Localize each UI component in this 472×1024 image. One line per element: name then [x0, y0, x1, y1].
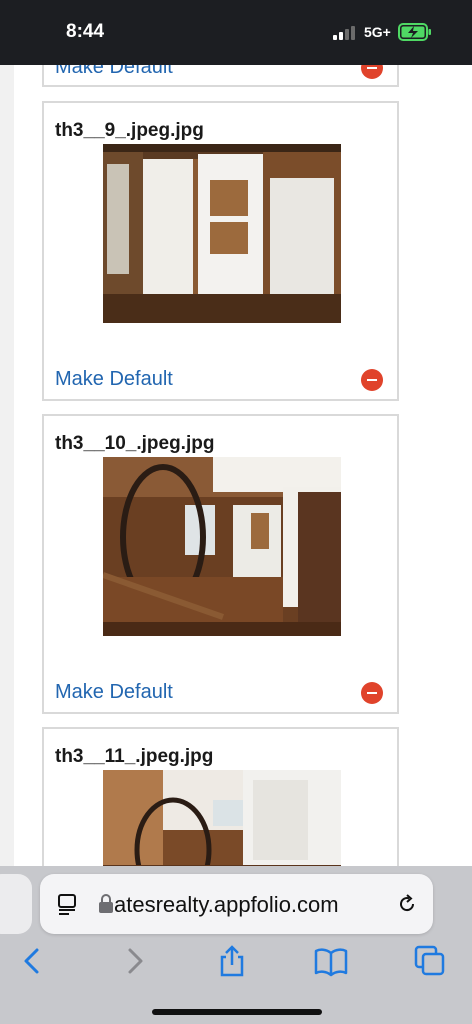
remove-photo-button[interactable] [361, 682, 383, 704]
make-default-link[interactable]: Make Default [55, 681, 173, 704]
listing-photo [103, 770, 341, 866]
reload-icon[interactable] [396, 893, 418, 915]
share-icon[interactable] [215, 944, 249, 978]
page-menu-icon[interactable] [56, 893, 78, 915]
network-type-label: 5G+ [364, 24, 391, 40]
bookmarks-icon[interactable] [314, 944, 348, 978]
photo-card: th3__11_.jpeg.jpg [42, 727, 399, 866]
listing-photo [103, 457, 341, 636]
battery-charging-icon [398, 23, 431, 41]
address-bar[interactable]: atesrealty.appfolio.com [40, 874, 433, 934]
url-text: atesrealty.appfolio.com [114, 892, 339, 917]
remove-photo-button[interactable] [361, 65, 383, 79]
photo-card: th3__10_.jpeg.jpg Make Default [42, 414, 399, 714]
cellular-signal-icon [333, 26, 357, 40]
photo-filename: th3__11_.jpeg.jpg [55, 746, 214, 767]
lock-icon [99, 894, 113, 913]
photo-filename: th3__9_.jpeg.jpg [55, 120, 204, 141]
status-time: 8:44 [66, 21, 105, 42]
remove-photo-button[interactable] [361, 369, 383, 391]
home-indicator[interactable] [152, 1009, 322, 1015]
web-page[interactable]: Make Default th3__9_.jpeg.jpg Make Defau… [0, 65, 472, 866]
photo-filename: th3__10_.jpeg.jpg [55, 433, 215, 454]
tabs-icon[interactable] [413, 944, 447, 978]
previous-tab-preview[interactable] [0, 874, 32, 934]
status-bar: 8:44 5G+ [0, 0, 472, 65]
make-default-link[interactable]: Make Default [55, 65, 173, 79]
photo-card: th3__9_.jpeg.jpg Make Default [42, 101, 399, 401]
make-default-link[interactable]: Make Default [55, 368, 173, 391]
forward-icon[interactable] [118, 944, 152, 978]
photo-card: Make Default [42, 65, 399, 87]
listing-photo [103, 144, 341, 323]
back-icon[interactable] [15, 944, 49, 978]
